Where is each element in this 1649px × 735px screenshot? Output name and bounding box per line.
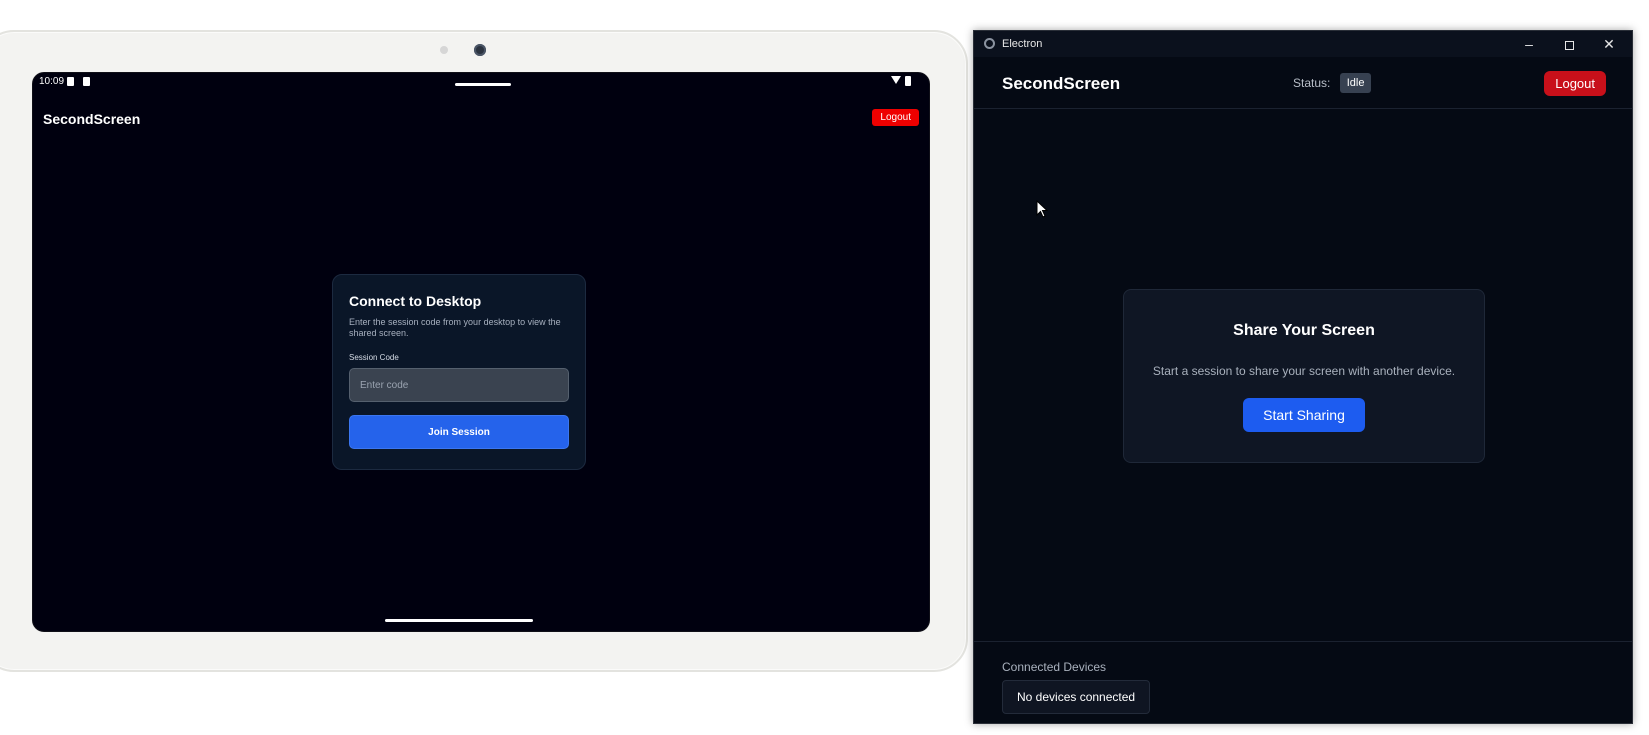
tablet-logout-button[interactable]: Logout xyxy=(872,109,919,126)
wifi-icon xyxy=(891,76,901,84)
maximize-icon[interactable] xyxy=(1550,33,1588,55)
connect-card: Connect to Desktop Enter the session cod… xyxy=(332,274,586,470)
window-title: Electron xyxy=(1002,38,1043,50)
status-time: 10:09 xyxy=(39,76,65,87)
share-card-title: Share Your Screen xyxy=(1233,322,1375,339)
sensor-icon xyxy=(440,46,448,54)
camera-icon xyxy=(474,44,486,56)
connected-devices-panel: Connected Devices No devices connected xyxy=(974,641,1632,725)
window-titlebar[interactable]: Electron – ✕ xyxy=(974,31,1632,57)
app-title: SecondScreen xyxy=(1002,74,1121,93)
session-code-input[interactable] xyxy=(349,368,569,402)
status-badge: Idle xyxy=(1339,73,1372,93)
notification-icon xyxy=(83,77,90,86)
join-session-button[interactable]: Join Session xyxy=(349,415,569,449)
share-screen-card: Share Your Screen Start a session to sha… xyxy=(1123,289,1485,463)
session-code-label: Session Code xyxy=(349,353,399,362)
connect-card-title: Connect to Desktop xyxy=(349,293,482,309)
connect-card-description: Enter the session code from your desktop… xyxy=(349,317,561,338)
stage: 10:09 SecondScreen Logout Connect to Des… xyxy=(0,0,1649,735)
tablet-app-title: SecondScreen xyxy=(43,111,141,127)
tablet-device: 10:09 SecondScreen Logout Connect to Des… xyxy=(0,30,968,672)
app-icon xyxy=(984,38,995,49)
android-status-bar: 10:09 xyxy=(33,73,929,91)
close-icon[interactable]: ✕ xyxy=(1590,33,1628,55)
share-card-description: Start a session to share your screen wit… xyxy=(1152,364,1456,378)
battery-icon xyxy=(905,76,911,86)
start-sharing-button[interactable]: Start Sharing xyxy=(1243,398,1365,432)
status-indicator: Status: Idle xyxy=(1293,73,1372,93)
tablet-screen: 10:09 SecondScreen Logout Connect to Des… xyxy=(32,72,930,632)
status-label: Status: xyxy=(1293,76,1331,90)
logout-button[interactable]: Logout xyxy=(1544,71,1606,96)
home-gesture-bar[interactable] xyxy=(385,619,533,622)
minimize-icon[interactable]: – xyxy=(1510,33,1548,55)
top-handle-bar xyxy=(455,83,511,86)
connected-devices-title: Connected Devices xyxy=(1002,660,1107,674)
no-devices-message: No devices connected xyxy=(1002,680,1151,714)
app-header: SecondScreen Status: Idle Logout xyxy=(974,57,1632,109)
electron-window: Electron – ✕ SecondScreen Status: Idle L… xyxy=(973,30,1633,724)
sim-icon xyxy=(67,77,74,86)
